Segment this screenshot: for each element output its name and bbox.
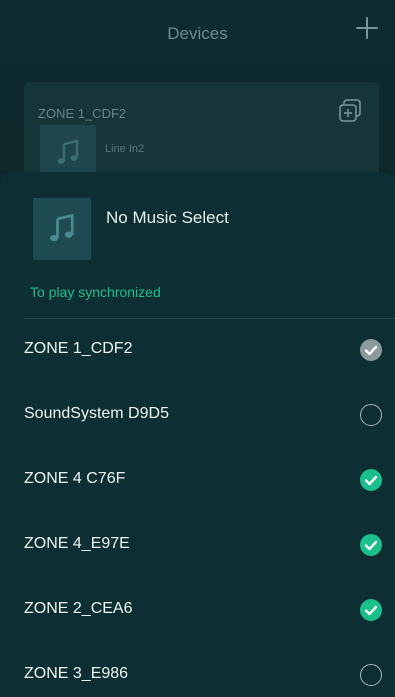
group-add-icon[interactable] xyxy=(337,98,363,124)
device-name: ZONE 1_CDF2 xyxy=(24,340,133,357)
device-row[interactable]: ZONE 4 C76F xyxy=(0,449,395,514)
zone-card-source: Line In2 xyxy=(105,143,145,155)
device-name: ZONE 4_E97E xyxy=(24,535,130,552)
radio-icon[interactable] xyxy=(360,404,382,426)
zone-card[interactable]: ZONE 1_CDF2 Line In2 xyxy=(24,82,379,182)
device-row[interactable]: ZONE 3_E986 xyxy=(0,644,395,697)
plus-icon[interactable] xyxy=(353,14,381,42)
page-title: Devices xyxy=(167,24,228,43)
check-icon[interactable] xyxy=(360,469,382,491)
music-note-icon xyxy=(33,198,91,260)
check-icon[interactable] xyxy=(360,599,382,621)
device-row[interactable]: SoundSystem D9D5 xyxy=(0,384,395,449)
device-row[interactable]: ZONE 2_CEA6 xyxy=(0,579,395,644)
sync-label: To play synchronized xyxy=(30,284,161,300)
device-row[interactable]: ZONE 1_CDF2 xyxy=(0,319,395,384)
devices-screen: Devices ZONE 1_CDF2 Line In2 No Music Se… xyxy=(0,0,395,697)
device-name: SoundSystem D9D5 xyxy=(24,405,169,422)
device-name: ZONE 3_E986 xyxy=(24,665,129,682)
device-name: ZONE 2_CEA6 xyxy=(24,600,133,617)
radio-icon[interactable] xyxy=(360,664,382,686)
device-name: ZONE 4 C76F xyxy=(24,470,126,487)
device-list: ZONE 1_CDF2 SoundSystem D9D5 ZONE 4 C76F… xyxy=(0,319,395,697)
check-icon[interactable] xyxy=(360,534,382,556)
zone-card-title: ZONE 1_CDF2 xyxy=(38,106,127,121)
now-playing-title: No Music Select xyxy=(106,208,229,227)
check-icon xyxy=(360,339,382,361)
device-row[interactable]: ZONE 4_E97E xyxy=(0,514,395,579)
sync-sheet: No Music Select To play synchronized ZON… xyxy=(0,172,395,697)
top-bar: Devices xyxy=(0,0,395,70)
